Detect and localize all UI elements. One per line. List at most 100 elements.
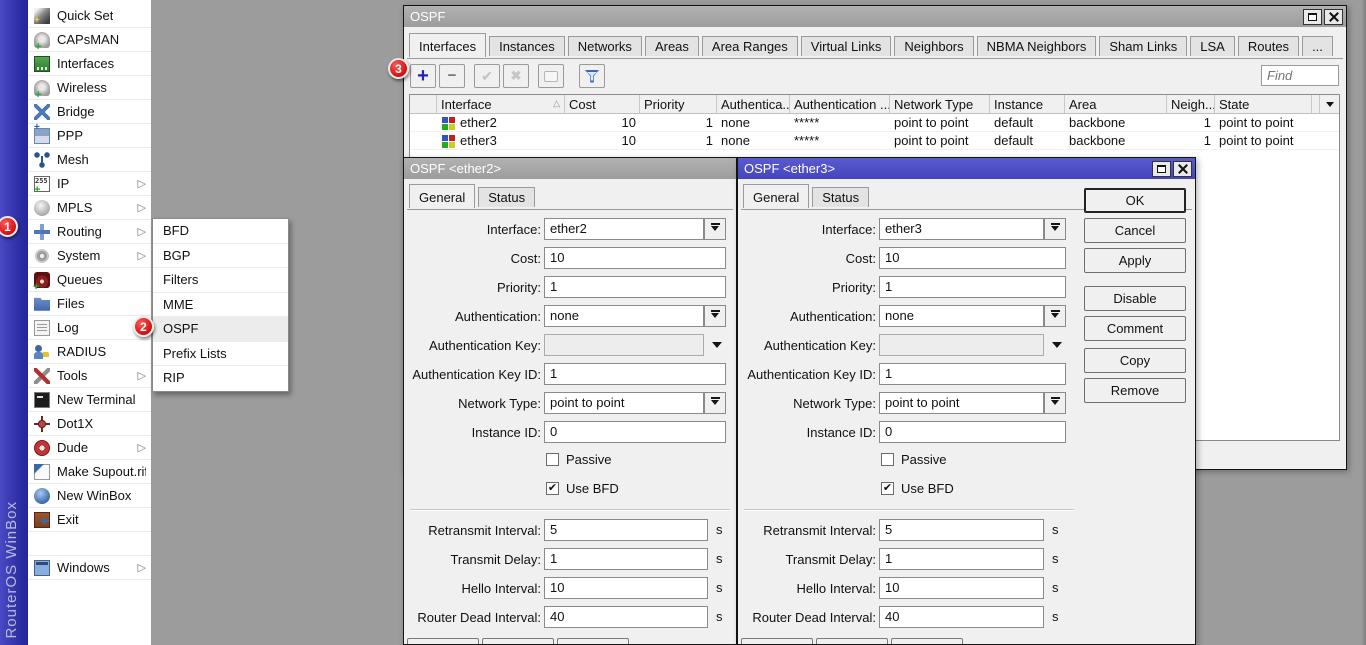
close-button[interactable]	[1324, 9, 1343, 25]
tab-interfaces[interactable]: Interfaces	[409, 33, 486, 57]
field-input-priority[interactable]: 1	[544, 276, 726, 298]
sidebar-item-mpls[interactable]: MPLS▷	[28, 196, 151, 220]
column-header-authentication[interactable]: Authentication ...	[790, 95, 890, 113]
sidebar-item-radius[interactable]: RADIUS	[28, 340, 151, 364]
column-header-instance[interactable]: Instance	[990, 95, 1065, 113]
sidebar-item-exit[interactable]: Exit	[28, 508, 151, 532]
filter-button[interactable]	[579, 64, 605, 88]
sidebar-item-new-winbox[interactable]: New WinBox	[28, 484, 151, 508]
table-row[interactable]: ether3101none*****point to pointdefaultb…	[410, 132, 1339, 150]
column-header-select[interactable]	[410, 95, 437, 113]
submenu-item-rip[interactable]: RIP	[153, 366, 288, 391]
comment-button[interactable]	[538, 64, 564, 88]
remove-button[interactable]: Remove	[1084, 378, 1186, 403]
sidebar-item-new-terminal[interactable]: New Terminal	[28, 388, 151, 412]
checkbox-passive[interactable]	[881, 453, 894, 466]
dropdown-button-authentication[interactable]	[704, 305, 726, 327]
sidebar-item-quick-set[interactable]: Quick Set	[28, 4, 151, 28]
field-input-router-dead-interval[interactable]: 40	[879, 606, 1044, 628]
find-input[interactable]	[1261, 65, 1339, 86]
field-input-auth-key-id[interactable]: 1	[544, 363, 726, 385]
checkbox-use-bfd[interactable]: ✔	[546, 482, 559, 495]
dropdown-arrow-icon[interactable]	[1052, 342, 1062, 353]
field-input-router-dead-interval[interactable]: 40	[544, 606, 708, 628]
field-input-authentication[interactable]: none	[879, 305, 1044, 327]
sidebar-item-capsman[interactable]: CAPsMAN	[28, 28, 151, 52]
field-input-retransmit-interval[interactable]: 5	[544, 519, 708, 541]
field-input-cost[interactable]: 10	[879, 247, 1066, 269]
submenu-item-ospf[interactable]: OSPF	[153, 317, 288, 342]
checkbox-passive[interactable]	[546, 453, 559, 466]
submenu-item-prefix-lists[interactable]: Prefix Lists	[153, 342, 288, 367]
remove-button[interactable]: −	[439, 64, 465, 88]
field-input-interface[interactable]: ether3	[879, 218, 1044, 240]
sidebar-item-ppp[interactable]: PPP	[28, 124, 151, 148]
sidebar-item-queues[interactable]: Queues	[28, 268, 151, 292]
sidebar-item-dude[interactable]: Dude▷	[28, 436, 151, 460]
tab-nbma-neighbors[interactable]: NBMA Neighbors	[977, 36, 1097, 56]
field-input-auth-key[interactable]	[879, 334, 1044, 356]
field-input-transmit-delay[interactable]: 1	[544, 548, 708, 570]
disable-button[interactable]: ✖	[503, 64, 529, 88]
enable-button[interactable]: ✔	[474, 64, 500, 88]
ok-button[interactable]: OK	[1084, 188, 1186, 213]
field-input-retransmit-interval[interactable]: 5	[879, 519, 1044, 541]
submenu-item-filters[interactable]: Filters	[153, 268, 288, 293]
tab-lsa[interactable]: LSA	[1190, 36, 1235, 56]
sidebar-item-routing[interactable]: Routing▷	[28, 220, 151, 244]
field-input-network-type[interactable]: point to point	[544, 392, 704, 414]
column-header-neigh[interactable]: Neigh...	[1167, 95, 1215, 113]
sidebar-item-windows[interactable]: Windows▷	[28, 556, 151, 580]
field-input-network-type[interactable]: point to point	[879, 392, 1044, 414]
submenu-item-mme[interactable]: MME	[153, 293, 288, 318]
field-input-auth-key[interactable]	[544, 334, 704, 356]
tab-area-ranges[interactable]: Area Ranges	[702, 36, 798, 56]
tab-virtual-links[interactable]: Virtual Links	[801, 36, 892, 56]
tab-status[interactable]: Status	[478, 187, 535, 207]
field-input-hello-interval[interactable]: 10	[544, 577, 708, 599]
table-row[interactable]: ether2101none*****point to pointdefaultb…	[410, 114, 1339, 132]
sidebar-item-dot1x[interactable]: Dot1X	[28, 412, 151, 436]
maximize-button[interactable]	[1303, 9, 1322, 25]
tab-general[interactable]: General	[743, 184, 809, 208]
field-input-transmit-delay[interactable]: 1	[879, 548, 1044, 570]
field-input-hello-interval[interactable]: 10	[879, 577, 1044, 599]
column-header-priority[interactable]: Priority	[640, 95, 717, 113]
tab-networks[interactable]: Networks	[568, 36, 642, 56]
cancel-button[interactable]: Cancel	[1084, 218, 1186, 243]
sidebar-item-bridge[interactable]: Bridge	[28, 100, 151, 124]
column-header-network-type[interactable]: Network Type	[890, 95, 990, 113]
add-button[interactable]: +	[410, 64, 436, 88]
tab-instances[interactable]: Instances	[489, 36, 565, 56]
column-header-cost[interactable]: Cost	[565, 95, 640, 113]
sidebar-item-interfaces[interactable]: Interfaces	[28, 52, 151, 76]
sidebar-item-system[interactable]: System▷	[28, 244, 151, 268]
dropdown-button-interface[interactable]	[704, 218, 726, 240]
sidebar-item-mesh[interactable]: Mesh	[28, 148, 151, 172]
copy-button[interactable]: Copy	[1084, 348, 1186, 373]
field-input-authentication[interactable]: none	[544, 305, 704, 327]
dropdown-arrow-icon[interactable]	[712, 342, 722, 353]
checkbox-use-bfd[interactable]: ✔	[881, 482, 894, 495]
tab-areas[interactable]: Areas	[645, 36, 699, 56]
sidebar-item-ip[interactable]: IP▷	[28, 172, 151, 196]
field-input-priority[interactable]: 1	[879, 276, 1066, 298]
sidebar-item-make-supout-rif[interactable]: Make Supout.rif	[28, 460, 151, 484]
dropdown-button-authentication[interactable]	[1044, 305, 1066, 327]
sidebar-item-tools[interactable]: Tools▷	[28, 364, 151, 388]
dropdown-button-interface[interactable]	[1044, 218, 1066, 240]
submenu-item-bgp[interactable]: BGP	[153, 244, 288, 269]
field-input-instance-id[interactable]: 0	[544, 421, 726, 443]
column-header-interface[interactable]: Interface△	[437, 95, 565, 113]
tab-[interactable]: ...	[1302, 36, 1333, 56]
submenu-item-bfd[interactable]: BFD	[153, 219, 288, 244]
apply-button[interactable]: Apply	[1084, 248, 1186, 273]
dropdown-button-network-type[interactable]	[1044, 392, 1066, 414]
tab-general[interactable]: General	[409, 184, 475, 208]
column-menu-button[interactable]	[1319, 95, 1339, 113]
tab-status[interactable]: Status	[812, 187, 869, 207]
sidebar-item-wireless[interactable]: Wireless	[28, 76, 151, 100]
column-header-state[interactable]: State	[1215, 95, 1312, 113]
tab-neighbors[interactable]: Neighbors	[894, 36, 973, 56]
maximize-button[interactable]	[1152, 161, 1171, 177]
